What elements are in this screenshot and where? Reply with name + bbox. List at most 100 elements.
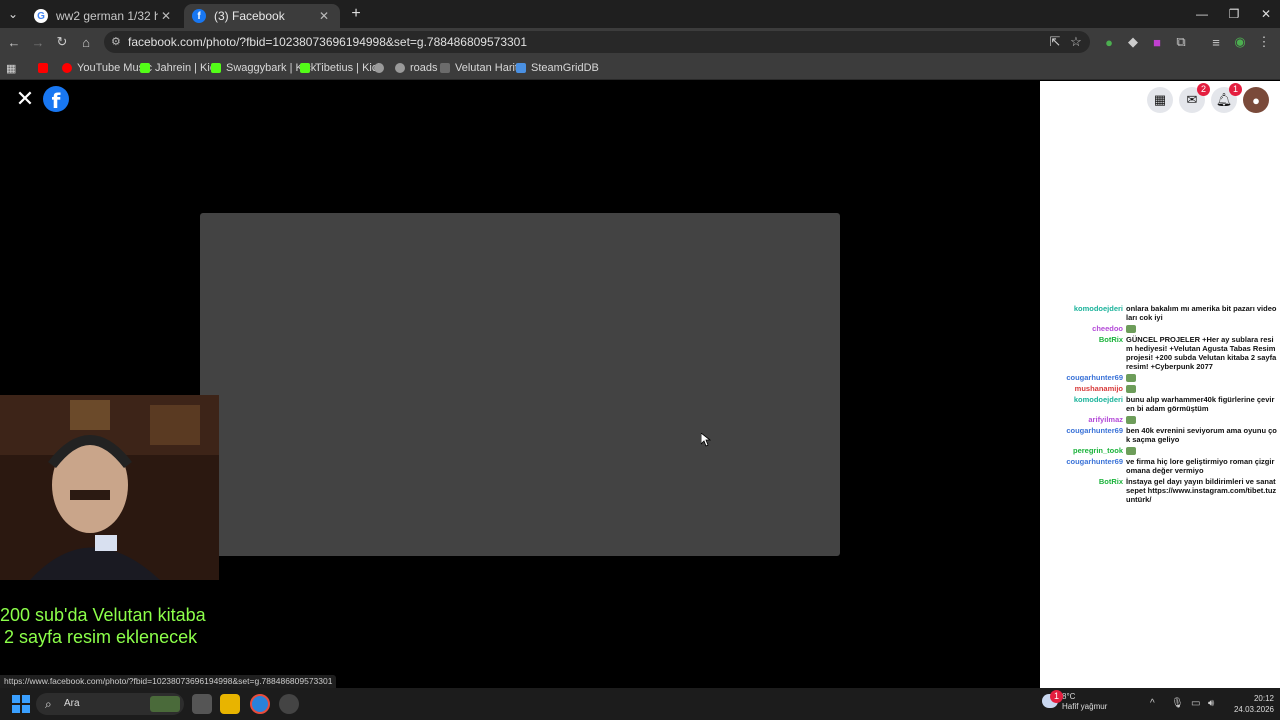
- extension-diamond-icon[interactable]: ◆: [1125, 34, 1141, 50]
- chat-username[interactable]: BotRix: [1058, 477, 1126, 504]
- tray-chevron-icon[interactable]: ^: [1150, 698, 1155, 709]
- chrome-taskbar-icon[interactable]: [250, 694, 270, 714]
- chat-username[interactable]: cougarhunter69: [1058, 373, 1126, 382]
- search-icon: ⌕: [45, 697, 52, 711]
- chat-username[interactable]: cougarhunter69: [1058, 426, 1126, 444]
- chat-emote-icon: [1126, 416, 1136, 425]
- mouse-cursor-icon: [700, 432, 712, 447]
- chat-text: İnstaya gel dayı yayın bildirimleri ve s…: [1126, 477, 1277, 505]
- youtube-music-icon: [62, 63, 72, 73]
- chat-message: cheedoo: [1058, 324, 1278, 334]
- tab-close-icon[interactable]: ✕: [158, 9, 174, 23]
- messenger-badge: 2: [1197, 83, 1210, 96]
- obs-taskbar-icon[interactable]: [279, 694, 299, 714]
- weather-badge: 1: [1050, 690, 1063, 703]
- chat-message: BotRix GÜNCEL PROJELER +Her ay sublara re…: [1058, 335, 1278, 371]
- bookmark-youtube[interactable]: [38, 60, 53, 76]
- chat-emote-icon: [1126, 447, 1136, 456]
- browser-toolbar: ← → ↻ ⌂ ⚙ facebook.com/photo/?fbid=10238…: [0, 28, 1280, 56]
- restore-icon[interactable]: ❐: [1218, 0, 1250, 28]
- youtube-icon: [38, 63, 48, 73]
- windows-start-icon[interactable]: [12, 695, 30, 713]
- chat-username[interactable]: cheedoo: [1058, 324, 1126, 333]
- bookmark-star-icon[interactable]: ☆: [1068, 34, 1084, 50]
- minimize-icon[interactable]: —: [1186, 0, 1218, 28]
- chat-username[interactable]: BotRix: [1058, 335, 1126, 371]
- home-icon[interactable]: ⌂: [78, 34, 94, 50]
- chat-message: BotRix İnstaya gel dayı yayın bildirimler…: [1058, 477, 1278, 504]
- chat-message: cougarhunter69: [1058, 373, 1278, 383]
- bookmark-velutan-harita[interactable]: Velutan Harita: [440, 60, 524, 76]
- close-photo-button[interactable]: ✕: [14, 88, 36, 110]
- bookmark-globe[interactable]: [374, 60, 389, 76]
- tab-title: ww2 german 1/32 hong kong: [56, 9, 158, 23]
- chat-text: [1126, 324, 1278, 334]
- chrome-menu-icon[interactable]: ⋮: [1256, 34, 1272, 50]
- microphone-icon[interactable]: 🎙︎: [1171, 698, 1184, 709]
- bookmark-label: Velutan Harita: [455, 62, 525, 74]
- chat-message: cougarhunter69 ve firma hiç lore geliştir…: [1058, 457, 1278, 475]
- chat-text: [1126, 415, 1278, 425]
- photo-image-placeholder[interactable]: [200, 213, 840, 556]
- profile-avatar[interactable]: ●: [1243, 87, 1269, 113]
- media-control-icon[interactable]: ≡: [1208, 34, 1224, 50]
- chat-text: bunu alıp warhammer40k figürlerine çevir…: [1126, 395, 1275, 414]
- clock-time: 20:12: [1253, 694, 1274, 703]
- new-tab-button[interactable]: +: [340, 0, 372, 28]
- extension-purple-icon[interactable]: ■: [1149, 34, 1165, 50]
- bookmark-youtube-music[interactable]: YouTube Music: [62, 60, 152, 76]
- overlay-line-1: 200 sub'da Velutan kitaba: [0, 605, 206, 625]
- extension-shield-icon[interactable]: ●: [1101, 34, 1117, 50]
- weather-widget[interactable]: 1 8°C Hafif yağmur: [1040, 690, 1130, 712]
- facebook-logo-icon[interactable]: f: [43, 86, 69, 113]
- status-bar-url: https://www.facebook.com/photo/?fbid=102…: [0, 675, 337, 688]
- chat-text: onlara bakalım mı amerika bit pazarı vid…: [1126, 304, 1277, 322]
- install-app-icon[interactable]: ⇱: [1047, 34, 1063, 50]
- volume-icon[interactable]: 🔊︎: [1208, 698, 1214, 709]
- taskbar-search[interactable]: ⌕ Ara: [36, 693, 184, 715]
- chat-username[interactable]: arifyilmaz: [1058, 415, 1126, 424]
- tab-facebook[interactable]: f (3) Facebook ✕: [184, 4, 340, 28]
- close-window-icon[interactable]: ✕: [1250, 0, 1280, 28]
- address-text: facebook.com/photo/?fbid=102380736961949…: [128, 35, 528, 49]
- bookmark-roads[interactable]: roads: [395, 60, 438, 76]
- taskbar-clock[interactable]: 20:12 24.03.2026: [1230, 693, 1274, 715]
- chat-username[interactable]: peregrin_took: [1058, 446, 1126, 455]
- steamgriddb-icon: [516, 63, 526, 73]
- bookmark-tibetius-kick[interactable]: Tibetius | Kick: [300, 60, 383, 76]
- notifications-bell-icon[interactable]: 🔔︎ 1: [1211, 83, 1242, 113]
- bookmark-label: Tibetius | Kick: [315, 62, 383, 74]
- facebook-icon: f: [192, 9, 206, 23]
- chat-username[interactable]: mushanamijo: [1058, 384, 1126, 393]
- bookmark-steamgriddb[interactable]: SteamGridDB: [516, 60, 599, 76]
- profile-avatar-icon[interactable]: ◉: [1232, 34, 1248, 50]
- chat-username[interactable]: komodoejderi: [1058, 395, 1126, 413]
- overlay-line-2: 2 sayfa resim eklenecek: [4, 627, 198, 647]
- address-bar[interactable]: ⚙ facebook.com/photo/?fbid=1023807369619…: [104, 31, 1090, 53]
- bookmark-jahrein-kick[interactable]: Jahrein | Kick: [140, 60, 221, 76]
- clock-date: 24.03.2026: [1233, 705, 1274, 714]
- back-icon[interactable]: ←: [6, 34, 22, 50]
- task-view-icon[interactable]: [192, 694, 212, 714]
- tab-close-icon[interactable]: ✕: [316, 9, 332, 23]
- tab-ww2-german[interactable]: G ww2 german 1/32 hong kong ✕: [26, 4, 182, 28]
- kick-icon: [140, 63, 150, 73]
- messenger-icon[interactable]: ✉ 2: [1179, 83, 1210, 113]
- file-explorer-icon[interactable]: [220, 694, 240, 714]
- apps-grid-icon[interactable]: ▦: [6, 60, 16, 76]
- forward-icon[interactable]: →: [30, 34, 46, 50]
- network-icon[interactable]: ▭: [1191, 698, 1200, 709]
- chat-text: [1126, 373, 1278, 383]
- chat-text: [1126, 446, 1278, 456]
- menu-grid-icon[interactable]: ▦: [1147, 87, 1173, 113]
- extensions-puzzle-icon[interactable]: ⧉: [1173, 34, 1189, 50]
- tab-search-chevron-icon[interactable]: ⌄: [0, 0, 26, 28]
- chat-username[interactable]: cougarhunter69: [1058, 457, 1126, 475]
- reload-icon[interactable]: ↻: [54, 34, 70, 50]
- google-g-icon: G: [34, 9, 48, 23]
- site-info-icon[interactable]: ⚙: [111, 31, 121, 53]
- chat-text: ve firma hiç lore geliştirmiyo roman çiz…: [1126, 457, 1275, 476]
- chat-username[interactable]: komodoejderi: [1058, 304, 1126, 322]
- tab-title: (3) Facebook: [214, 9, 285, 23]
- chat-emote-icon: [1126, 374, 1136, 383]
